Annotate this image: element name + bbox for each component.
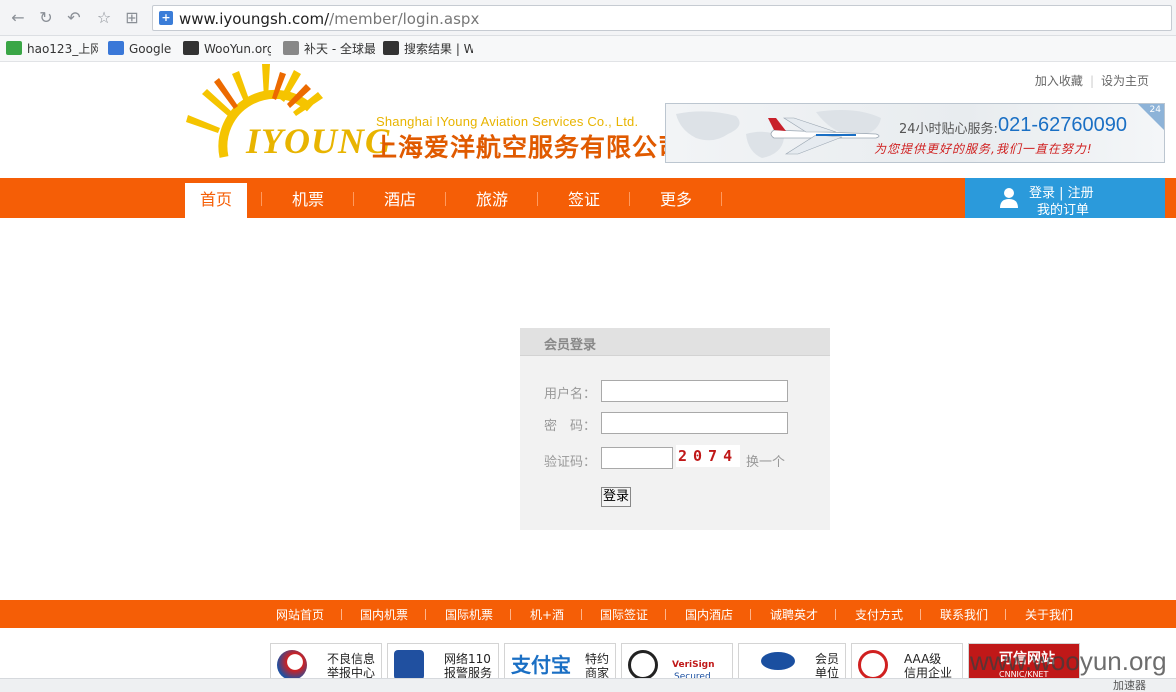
captcha-label: 验证码： (544, 455, 597, 470)
address-bar[interactable]: + www.iyoungsh.com//member/login.aspx (152, 5, 1172, 31)
footer-link-intl-visa[interactable]: 国际签证 (600, 606, 648, 623)
login-panel-header: 会员登录 (520, 328, 830, 356)
top-links: 加入收藏 | 设为主页 (1028, 72, 1156, 89)
nav-flights[interactable]: 机票 (262, 183, 354, 218)
url-text[interactable]: www.iyoungsh.com//member/login.aspx (179, 10, 479, 28)
captcha-input[interactable] (601, 447, 673, 469)
bookmark-wooyun[interactable]: WooYun.org (183, 40, 271, 58)
butian-icon (283, 41, 299, 55)
wooyun-icon (383, 41, 399, 55)
badge-member-unit[interactable]: 会员 单位 (738, 643, 846, 683)
password-input[interactable] (601, 412, 788, 434)
browser-toolbar: ← ↻ ↶ ☆ ⊞ + www.iyoungsh.com//member/log… (0, 0, 1176, 36)
google-icon (108, 41, 124, 55)
captcha-refresh-link[interactable]: 换一个 (746, 451, 785, 470)
footer-link-about[interactable]: 关于我们 (1025, 606, 1073, 623)
footer-link-contact[interactable]: 联系我们 (940, 606, 988, 623)
verisign-check-icon (628, 650, 658, 680)
credit-seal-icon (858, 650, 888, 680)
footer-link-domestic-hotels[interactable]: 国内酒店 (685, 606, 733, 623)
bookmark-butian[interactable]: 补天 - 全球最 (283, 40, 375, 58)
hao123-icon (6, 41, 22, 55)
footer-link-domestic-flights[interactable]: 国内机票 (360, 606, 408, 623)
badge-police-110[interactable]: 网络110 报警服务 (387, 643, 499, 683)
main-nav: 首页 机票 酒店 旅游 签证 更多 登录 | 注册 我的订单 (0, 178, 1176, 218)
wooyun-icon (183, 41, 199, 55)
nav-travel[interactable]: 旅游 (446, 183, 538, 218)
site-logo[interactable]: IYOUNG Shanghai IYoung Aviation Services… (184, 62, 683, 166)
set-homepage-link[interactable]: 设为主页 (1094, 74, 1156, 88)
apps-icon[interactable]: ⊞ (122, 8, 142, 28)
bookmark-search-results[interactable]: 搜索结果 | W (383, 40, 473, 58)
report-center-icon (277, 650, 307, 680)
service-banner[interactable]: 24小时贴心服务: 021-62760090 为您提供更好的服务,我们一直在努力… (665, 103, 1165, 163)
nav-home[interactable]: 首页 (185, 183, 247, 218)
accelerator-status[interactable]: 加速器 (1113, 679, 1146, 692)
association-logo-icon (761, 652, 795, 670)
browser-status-bar: 加速器 (0, 678, 1176, 692)
watermark-text: www.wooyun.org (970, 646, 1167, 676)
trust-badges: 不良信息 举报中心 网络110 报警服务 支付宝 特约商家 VeriSign S… (270, 643, 1090, 683)
nav-more[interactable]: 更多 (630, 183, 722, 218)
badge-aaa-credit[interactable]: AAA级 信用企业 (851, 643, 963, 683)
refresh-icon[interactable]: ↻ (36, 8, 56, 28)
badge-verisign[interactable]: VeriSign Secured (621, 643, 733, 683)
back-icon[interactable]: ← (8, 8, 28, 28)
banner-slogan: 为您提供更好的服务,我们一直在努力! (874, 142, 1093, 156)
logo-chinese-name: 上海爱洋航空服务有限公司 (372, 133, 685, 162)
captcha-image[interactable]: 2074 (676, 445, 740, 467)
site-shield-icon: + (159, 11, 173, 25)
footer-link-careers[interactable]: 诚聘英才 (770, 606, 818, 623)
banner-corner-text: 24 (1149, 105, 1161, 115)
nav-visa[interactable]: 签证 (538, 183, 630, 218)
logo-english-name: Shanghai IYoung Aviation Services Co., L… (376, 114, 639, 129)
username-label: 用户名： (544, 387, 597, 402)
hotline-label: 24小时贴心服务: (899, 122, 998, 137)
add-favorite-link[interactable]: 加入收藏 (1028, 74, 1090, 88)
username-input[interactable] (601, 380, 788, 402)
footer-nav: 网站首页 国内机票 国际机票 机+酒 国际签证 国内酒店 诚聘英才 支付方式 联… (0, 600, 1176, 628)
user-icon (1000, 188, 1018, 208)
star-icon[interactable]: ☆ (94, 8, 114, 28)
logo-brand: IYOUNG (246, 121, 392, 161)
police-icon (394, 650, 424, 680)
footer-link-payment[interactable]: 支付方式 (855, 606, 903, 623)
bookmark-google[interactable]: Google (108, 40, 178, 58)
badge-report-center[interactable]: 不良信息 举报中心 (270, 643, 382, 683)
undo-icon[interactable]: ↶ (64, 8, 84, 28)
password-label: 密 码： (544, 419, 597, 434)
footer-link-home[interactable]: 网站首页 (276, 606, 324, 623)
login-panel-title: 会员登录 (544, 338, 597, 353)
member-login-panel: 会员登录 用户名： 密 码： 验证码： 2074 换一个 登录 (520, 328, 830, 530)
hotline-phone: 021-62760090 (998, 114, 1128, 136)
account-box[interactable]: 登录 | 注册 我的订单 (965, 178, 1165, 218)
world-map-airplane-image (676, 110, 881, 158)
bookmarks-bar: hao123_上网 Google WooYun.org 补天 - 全球最 搜索结… (0, 36, 1176, 62)
badge-alipay[interactable]: 支付宝 特约商家 (504, 643, 616, 683)
bookmark-hao123[interactable]: hao123_上网 (6, 40, 98, 58)
footer-link-intl-flights[interactable]: 国际机票 (445, 606, 493, 623)
nav-hotels[interactable]: 酒店 (354, 183, 446, 218)
footer-link-flight-hotel[interactable]: 机+酒 (530, 606, 564, 623)
login-button[interactable]: 登录 (601, 487, 631, 507)
my-orders-link[interactable]: 我的订单 (1037, 199, 1089, 218)
